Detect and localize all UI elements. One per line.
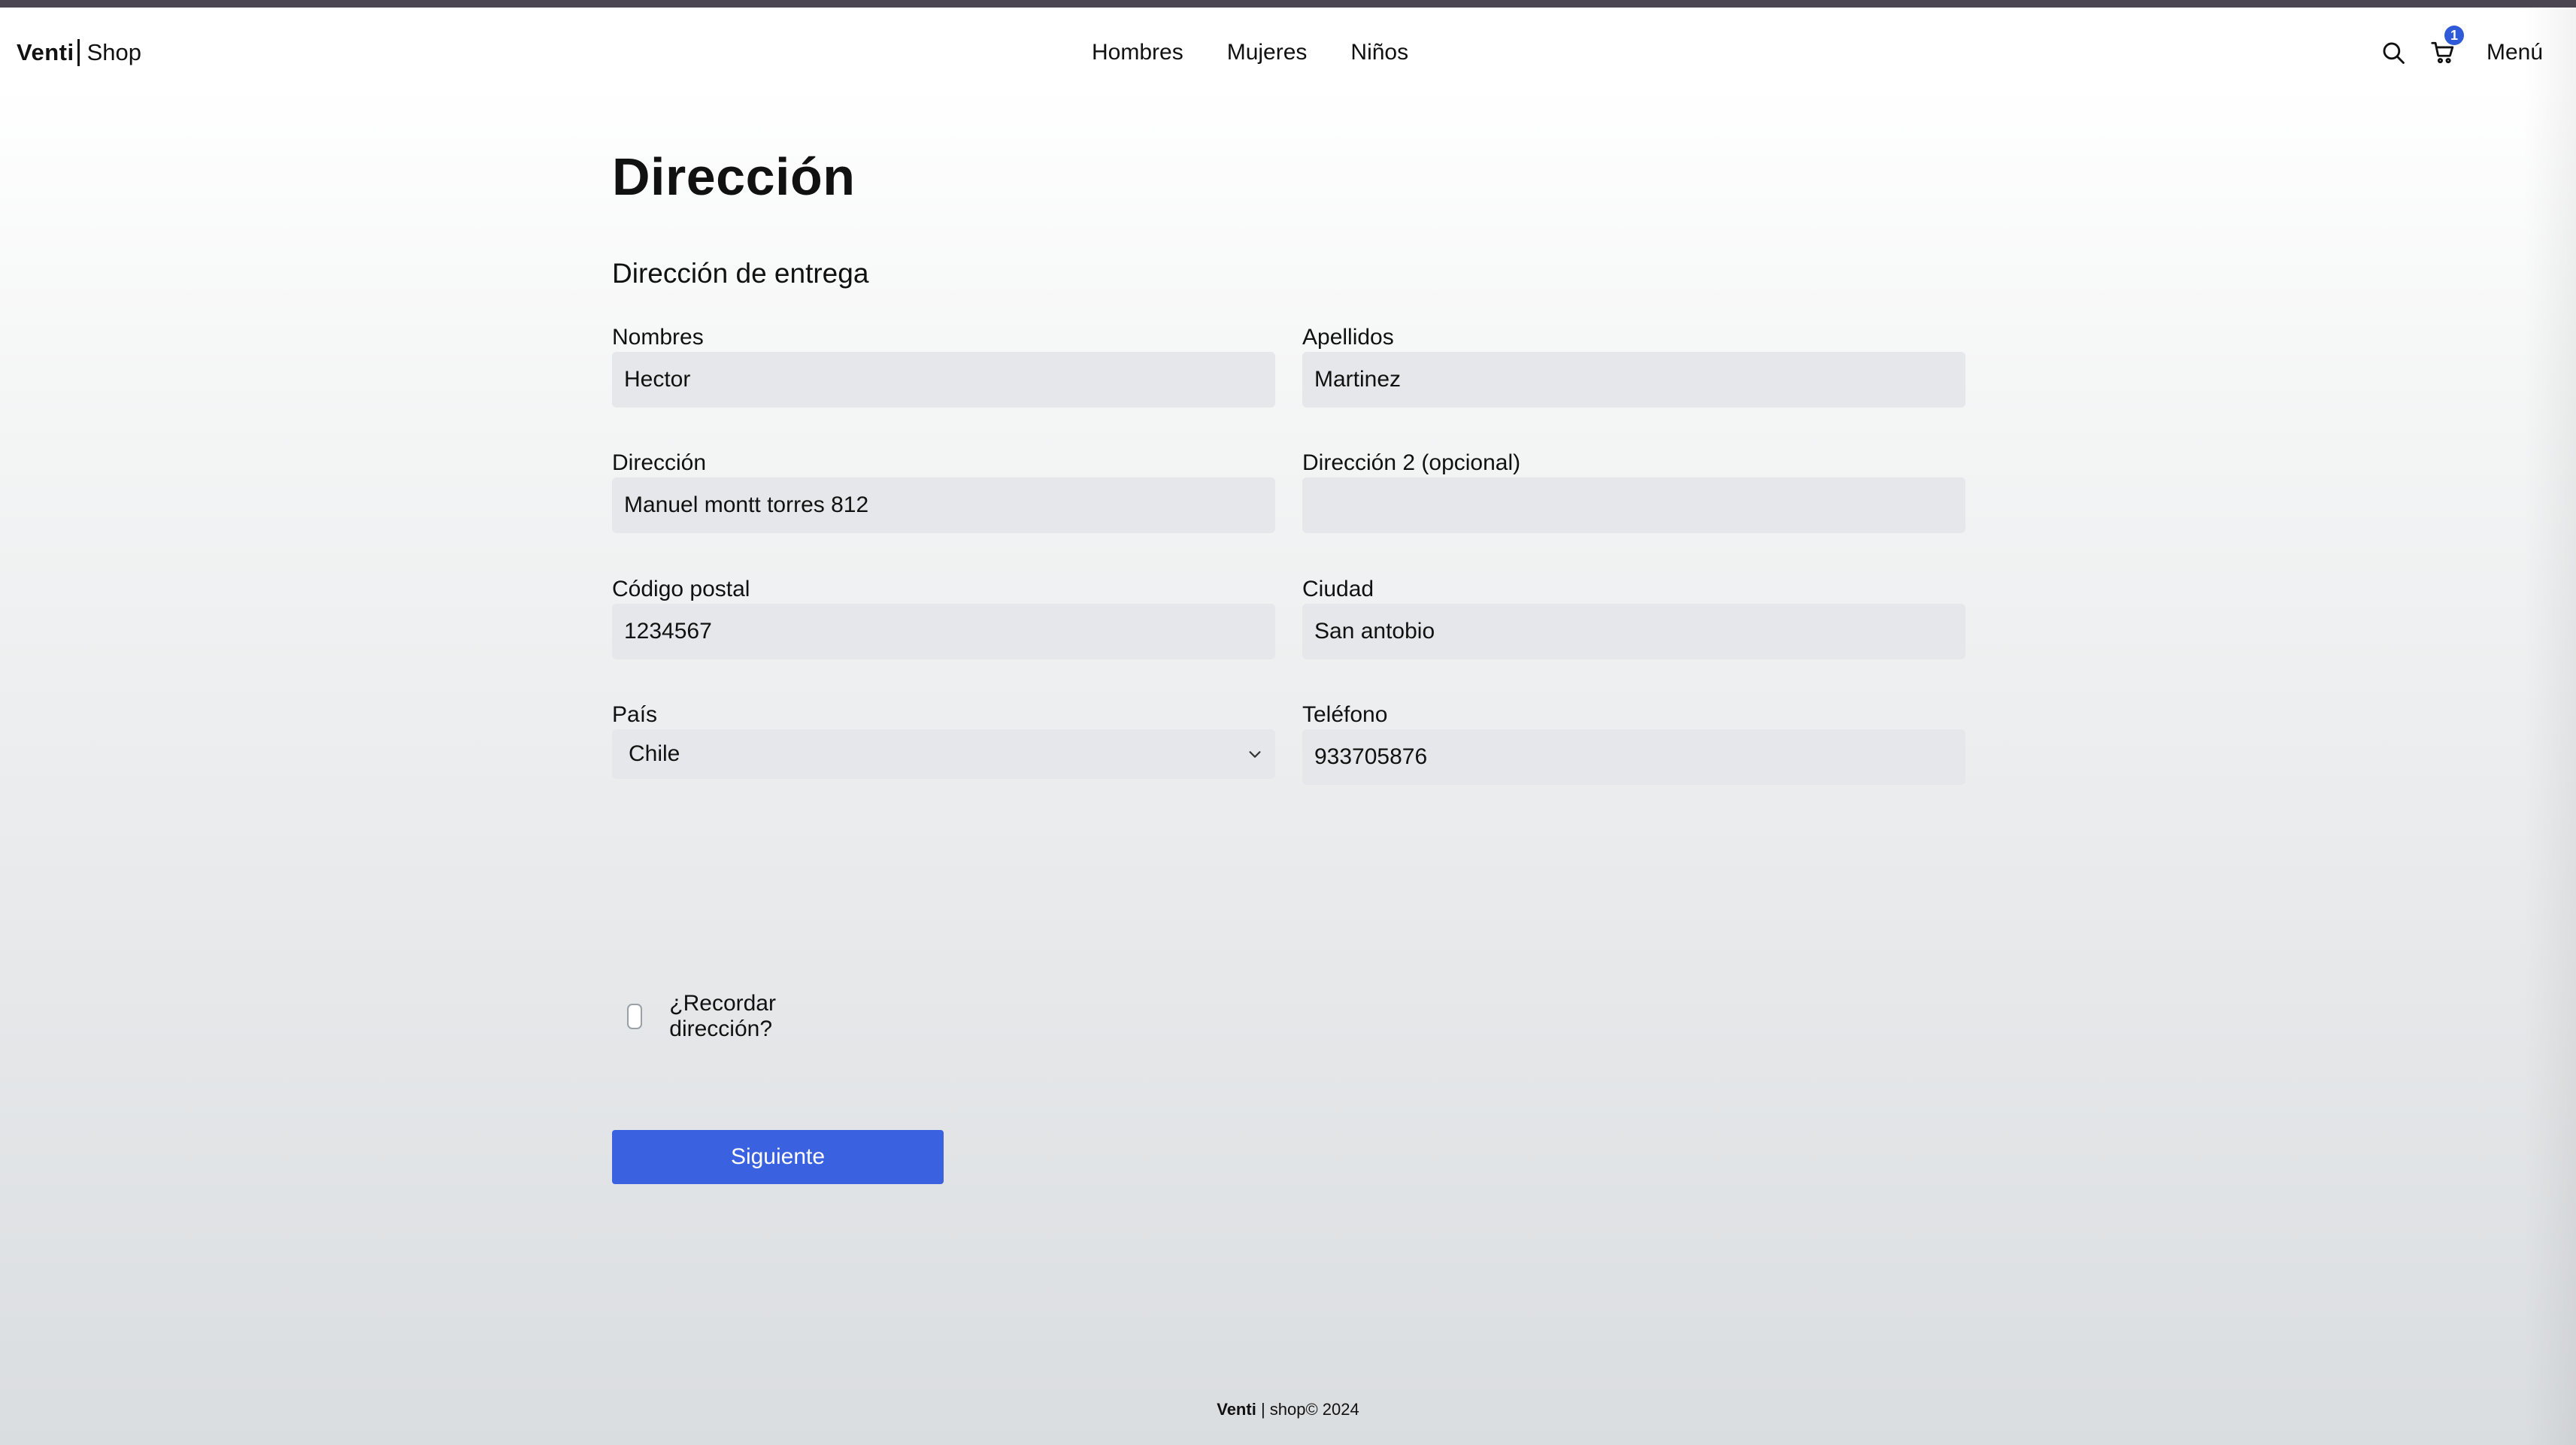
menu-button[interactable]: Menú xyxy=(2487,40,2543,65)
nombres-label: Nombres xyxy=(612,325,704,350)
cart-count-badge: 1 xyxy=(2444,26,2464,45)
main-nav: Hombres Mujeres Niños xyxy=(1092,32,1408,74)
logo-separator xyxy=(77,39,80,66)
footer: Venti | shop© 2024 xyxy=(0,1400,2576,1419)
right-edge-shade xyxy=(2523,8,2576,1445)
footer-brand: Venti xyxy=(1217,1400,1256,1419)
nombres-input[interactable] xyxy=(612,352,1275,407)
footer-copyright: shop© 2024 xyxy=(1269,1400,1359,1419)
footer-separator: | xyxy=(1260,1400,1270,1419)
codigo-postal-field-group: Código postal xyxy=(612,575,1275,659)
nav-link-ninos[interactable]: Niños xyxy=(1350,40,1408,65)
telefono-label: Teléfono xyxy=(1302,702,1388,727)
direccion-label: Dirección xyxy=(612,450,707,475)
section-title: Dirección de entrega xyxy=(612,258,869,289)
direccion2-label: Dirección 2 (opcional) xyxy=(1302,450,1521,475)
telefono-field-group: Teléfono xyxy=(1302,701,1965,785)
nav-link-mujeres[interactable]: Mujeres xyxy=(1227,40,1308,65)
search-button[interactable] xyxy=(2377,36,2410,69)
pais-select[interactable]: Chile xyxy=(612,729,1275,779)
direccion2-field-group: Dirección 2 (opcional) xyxy=(1302,449,1965,533)
address-page: Dirección Dirección de entrega Nombres A… xyxy=(612,143,1965,1184)
pais-label: País xyxy=(612,702,658,727)
nav-link-hombres[interactable]: Hombres xyxy=(1092,40,1183,65)
ciudad-field-group: Ciudad xyxy=(1302,575,1965,659)
logo-brand: Venti xyxy=(17,39,74,65)
search-icon xyxy=(2383,42,2405,64)
codigo-postal-label: Código postal xyxy=(612,577,750,601)
header-actions: 1 Menú xyxy=(2377,26,2543,74)
chevron-down-icon xyxy=(1242,741,1268,767)
logo-shop: Shop xyxy=(86,39,141,65)
cart-button[interactable]: 1 xyxy=(2426,26,2464,69)
codigo-postal-input[interactable] xyxy=(612,604,1275,659)
direccion-input[interactable] xyxy=(612,477,1275,533)
apellidos-field-group: Apellidos xyxy=(1302,323,1965,407)
direccion2-input[interactable] xyxy=(1302,477,1965,533)
ciudad-label: Ciudad xyxy=(1302,577,1374,601)
remember-address-label[interactable]: ¿Recordar dirección? xyxy=(669,991,786,1042)
apellidos-label: Apellidos xyxy=(1302,325,1394,350)
apellidos-input[interactable] xyxy=(1302,352,1965,407)
pais-field-group: País Chile xyxy=(612,701,1275,779)
telefono-input[interactable] xyxy=(1302,729,1965,785)
top-navbar: Venti Shop Hombres Mujeres Niños 1 Menú xyxy=(0,8,2576,83)
nombres-field-group: Nombres xyxy=(612,323,1275,407)
pais-selected-value: Chile xyxy=(629,741,680,766)
page-title: Dirección xyxy=(612,147,856,206)
remember-address-row: ¿Recordar dirección? xyxy=(627,991,786,1042)
window-top-strip xyxy=(0,0,2576,8)
ciudad-input[interactable] xyxy=(1302,604,1965,659)
logo[interactable]: Venti Shop xyxy=(17,32,141,74)
next-button[interactable]: Siguiente xyxy=(612,1130,944,1184)
direccion-field-group: Dirección xyxy=(612,449,1275,533)
remember-address-checkbox[interactable] xyxy=(627,1004,643,1029)
